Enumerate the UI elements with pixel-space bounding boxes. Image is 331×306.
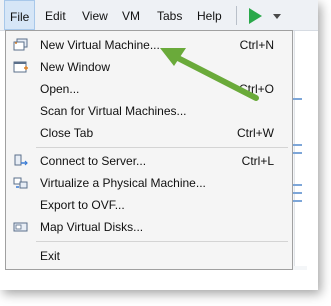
background-link-mark: [292, 184, 302, 186]
menu-item-label: Virtualize a Physical Machine...: [40, 176, 206, 190]
annotation-arrow-icon: [160, 48, 259, 101]
connect-server-icon: [14, 154, 28, 166]
menu-item-export-ovf[interactable]: Export to OVF...: [6, 194, 292, 216]
menu-item-label: Close Tab: [40, 126, 94, 140]
background-link-mark: [292, 98, 302, 100]
background-link-mark: [292, 144, 302, 146]
menu-edit[interactable]: Edit: [40, 0, 71, 30]
shortcut-label: Ctrl+W: [237, 126, 274, 140]
chevron-down-icon[interactable]: [273, 14, 281, 19]
menu-bar: File Edit View VM Tabs Help: [0, 0, 318, 31]
menu-separator: [36, 241, 288, 242]
menu-item-close-tab[interactable]: Close Tab Ctrl+W: [6, 122, 292, 144]
menu-item-label: Scan for Virtual Machines...: [40, 104, 187, 118]
menu-item-connect-server[interactable]: Connect to Server... Ctrl+L: [6, 150, 292, 172]
menu-item-label: New Window: [40, 60, 111, 74]
menu-item-exit[interactable]: Exit: [6, 245, 292, 267]
menu-tabs[interactable]: Tabs: [152, 0, 187, 30]
background-link-mark: [292, 200, 302, 202]
shortcut-label: Ctrl+L: [241, 154, 274, 168]
map-disks-icon: [13, 222, 28, 232]
new-window-icon: [13, 61, 28, 73]
menu-item-virtualize-physical[interactable]: Virtualize a Physical Machine...: [6, 172, 292, 194]
menu-separator: [36, 147, 288, 148]
menu-item-label: Exit: [40, 249, 61, 263]
menu-item-label: Connect to Server...: [40, 154, 147, 168]
menu-item-label: Export to OVF...: [40, 198, 125, 212]
menu-item-map-virtual-disks[interactable]: Map Virtual Disks...: [6, 216, 292, 238]
new-vm-icon: [13, 38, 28, 51]
menu-file[interactable]: File: [4, 0, 36, 30]
play-icon[interactable]: [249, 8, 262, 24]
menu-help[interactable]: Help: [192, 0, 227, 30]
background-bottom: [0, 270, 306, 290]
menu-vm[interactable]: VM: [117, 0, 145, 30]
background-link-mark: [292, 152, 302, 154]
menu-item-label: New Virtual Machine...: [40, 38, 160, 52]
menu-item-label: Open...: [40, 82, 80, 96]
virtualize-icon: [13, 177, 28, 189]
menu-view[interactable]: View: [77, 0, 113, 30]
background-link-mark: [292, 192, 302, 194]
toolbar-separator: [236, 6, 237, 25]
background-scroll-strip: [294, 30, 307, 266]
menu-item-label: Map Virtual Disks...: [40, 220, 144, 234]
